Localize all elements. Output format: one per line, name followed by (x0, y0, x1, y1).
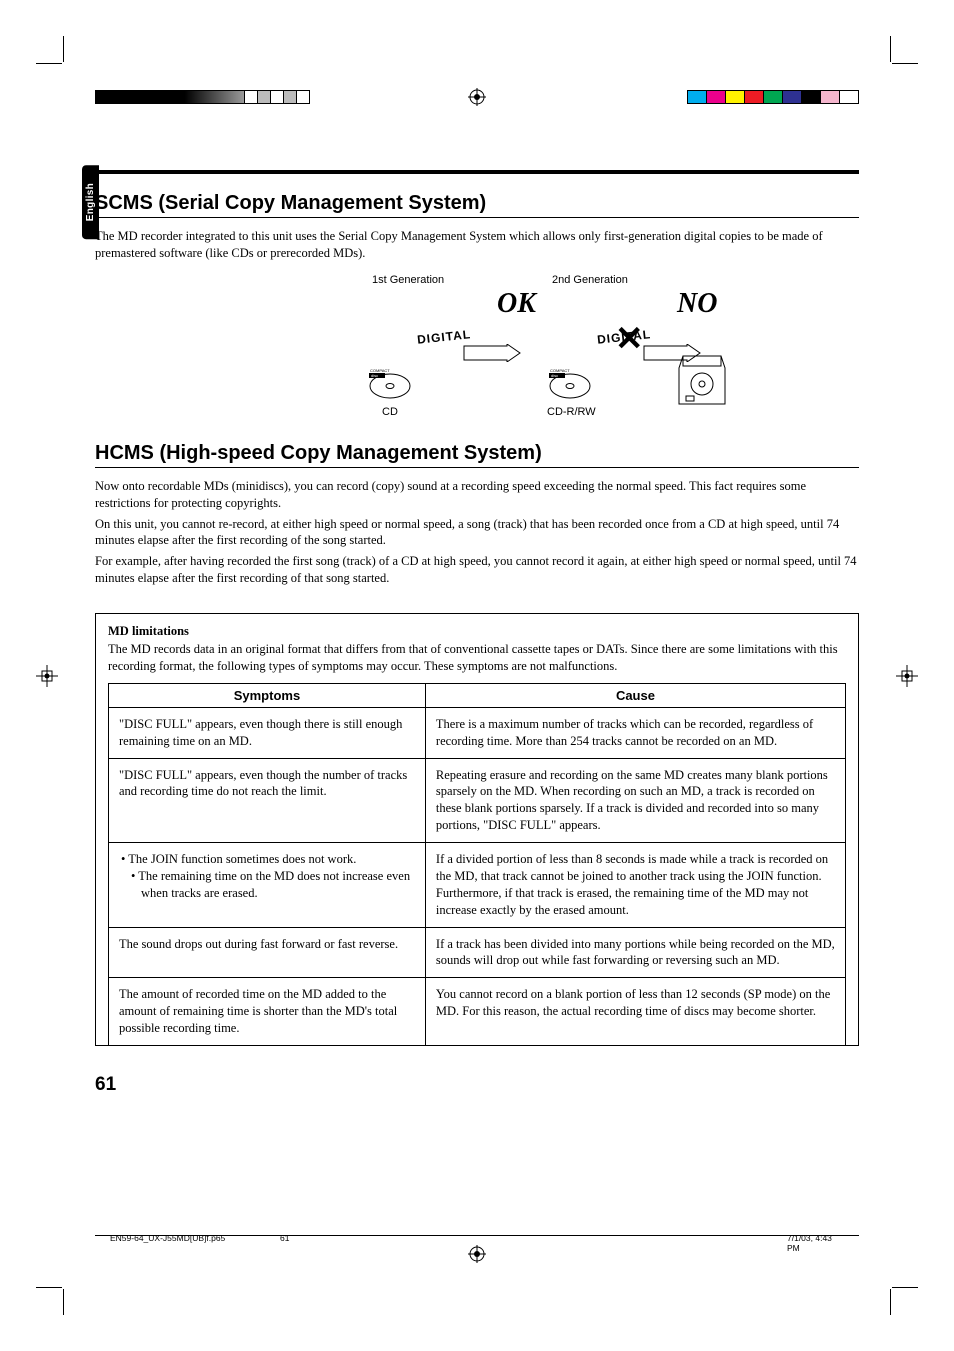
cause-cell: You cannot record on a blank portion of … (425, 978, 845, 1046)
hcms-p1: Now onto recordable MDs (minidiscs), you… (95, 478, 859, 512)
md-icon (677, 354, 727, 408)
symptom-bullet: • The JOIN function sometimes does not w… (119, 851, 415, 868)
gen1-label: 1st Generation (372, 274, 444, 286)
language-tab: English (82, 165, 99, 239)
footer-page: 61 (280, 1233, 490, 1253)
top-rule (95, 170, 859, 174)
symptoms-table: Symptoms Cause "DISC FULL" appears, even… (108, 683, 846, 1046)
register-mark-icon (468, 88, 486, 106)
ok-label: OK (497, 288, 536, 320)
cd-label: CD (382, 406, 398, 418)
footer-filename: EN59-64_UX-J55MD[UB]f.p65 (110, 1233, 280, 1253)
gen2-label: 2nd Generation (552, 274, 628, 286)
page-number: 61 (95, 1074, 859, 1096)
cd-icon: COMPACTdisc (367, 364, 413, 400)
symptom-cell: The amount of recorded time on the MD ad… (109, 978, 426, 1046)
arrow-icon (462, 344, 522, 362)
svg-text:disc: disc (371, 373, 378, 378)
col-symptoms: Symptoms (109, 683, 426, 707)
table-row: "DISC FULL" appears, even though the num… (109, 758, 846, 843)
scms-heading: SCMS (Serial Copy Management System) (95, 192, 859, 215)
footer: EN59-64_UX-J55MD[UB]f.p65 61 7/1/03, 4:4… (110, 1233, 844, 1253)
cause-cell: If a track has been divided into many po… (425, 927, 845, 978)
symptom-bullet: • The remaining time on the MD does not … (119, 868, 415, 902)
cause-cell: There is a maximum number of tracks whic… (425, 707, 845, 758)
scms-diagram: 1st Generation 2nd Generation OK NO DIGI… (217, 274, 737, 424)
limitations-intro: The MD records data in an original forma… (108, 641, 846, 675)
limitations-title: MD limitations (108, 624, 846, 639)
md-limitations-box: MD limitations The MD records data in an… (95, 613, 859, 1046)
col-cause: Cause (425, 683, 845, 707)
symptom-cell: • The JOIN function sometimes does not w… (109, 843, 426, 928)
side-register-icon (36, 665, 58, 687)
table-row: • The JOIN function sometimes does not w… (109, 843, 846, 928)
cause-cell: Repeating erasure and recording on the s… (425, 758, 845, 843)
x-mark-icon: ✕ (615, 319, 644, 359)
cdrrw-icon: COMPACTdisc (547, 364, 593, 400)
svg-text:disc: disc (551, 373, 558, 378)
symptom-cell: "DISC FULL" appears, even though there i… (109, 707, 426, 758)
hcms-p2: On this unit, you cannot re-record, at e… (95, 516, 859, 550)
table-row: "DISC FULL" appears, even though there i… (109, 707, 846, 758)
printer-gradient-bar (95, 90, 310, 104)
printer-color-bar (688, 90, 859, 104)
cause-cell: If a divided portion of less than 8 seco… (425, 843, 845, 928)
scms-body: The MD recorder integrated to this unit … (95, 228, 859, 262)
table-row: The sound drops out during fast forward … (109, 927, 846, 978)
symptom-cell: "DISC FULL" appears, even though the num… (109, 758, 426, 843)
side-register-icon (896, 665, 918, 687)
hcms-heading: HCMS (High-speed Copy Management System) (95, 442, 859, 465)
footer-datetime: 7/1/03, 4:43 PM (490, 1233, 844, 1253)
symptom-cell: The sound drops out during fast forward … (109, 927, 426, 978)
cdrrw-label: CD-R/RW (547, 406, 596, 418)
hcms-p3: For example, after having recorded the f… (95, 553, 859, 587)
table-row: The amount of recorded time on the MD ad… (109, 978, 846, 1046)
no-label: NO (677, 288, 717, 320)
